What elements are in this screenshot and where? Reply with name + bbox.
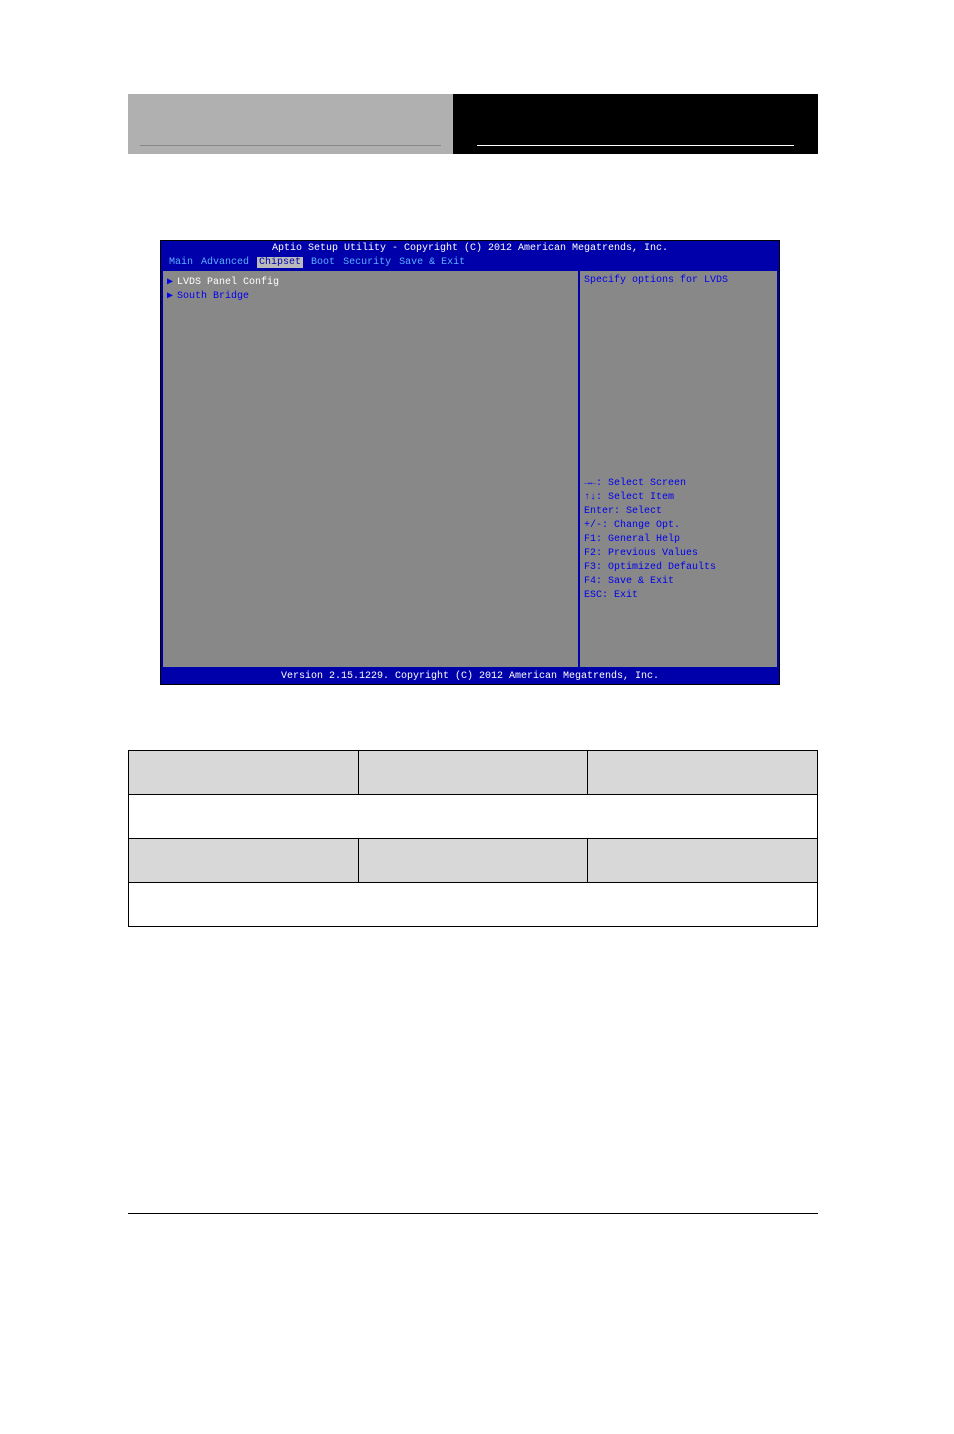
arrow-icon: ▶ [167,291,173,302]
options-table [128,750,818,927]
menu-advanced[interactable]: Advanced [201,257,249,268]
table-cell [358,839,588,883]
header-right-line [477,128,794,146]
page-footer-line [128,1213,818,1214]
table-row [129,795,818,839]
table-cell [129,883,818,927]
menu-main[interactable]: Main [169,257,193,268]
menu-save-exit[interactable]: Save & Exit [399,257,465,268]
table-cell [129,751,359,795]
page-header [128,94,818,154]
menu-security[interactable]: Security [343,257,391,268]
header-right-block [453,94,818,154]
key-f1: F1: General Help [584,533,773,547]
table-cell [588,839,818,883]
menu-chipset[interactable]: Chipset [257,257,303,268]
key-f4: F4: Save & Exit [584,575,773,589]
key-enter: Enter: Select [584,505,773,519]
key-change-opt: +/-: Change Opt. [584,519,773,533]
arrow-icon: ▶ [167,277,173,288]
table-cell [358,751,588,795]
bios-body: ▶ LVDS Panel Config ▶ South Bridge Specify… [161,269,779,669]
table-cell [129,795,818,839]
table-cell [588,751,818,795]
bios-item-label: South Bridge [177,291,249,302]
key-f3: F3: Optimized Defaults [584,561,773,575]
table-row [129,839,818,883]
bios-screenshot: Aptio Setup Utility - Copyright (C) 2012… [160,240,780,685]
bios-title: Aptio Setup Utility - Copyright (C) 2012… [161,241,779,256]
bios-left-panel: ▶ LVDS Panel Config ▶ South Bridge [161,269,579,669]
key-f2: F2: Previous Values [584,547,773,561]
key-esc: ESC: Exit [584,589,773,603]
bios-right-panel: Specify options for LVDS →←: Select Scre… [579,269,779,669]
header-left-block [128,94,453,154]
table-row [129,751,818,795]
bios-menu-bar: Main Advanced Chipset Boot Security Save… [161,256,779,269]
header-left-line [140,128,441,146]
menu-boot[interactable]: Boot [311,257,335,268]
bios-key-legend: →←: Select Screen ↑↓: Select Item Enter:… [584,477,773,603]
table [128,750,818,927]
bios-item-lvds[interactable]: ▶ LVDS Panel Config [167,275,574,289]
key-select-item: ↑↓: Select Item [584,491,773,505]
table-row [129,883,818,927]
bios-item-label: LVDS Panel Config [177,277,279,288]
bios-item-south-bridge[interactable]: ▶ South Bridge [167,289,574,303]
bios-footer: Version 2.15.1229. Copyright (C) 2012 Am… [161,669,779,684]
bios-help-text: Specify options for LVDS [584,275,773,286]
table-cell [129,839,359,883]
key-select-screen: →←: Select Screen [584,477,773,491]
